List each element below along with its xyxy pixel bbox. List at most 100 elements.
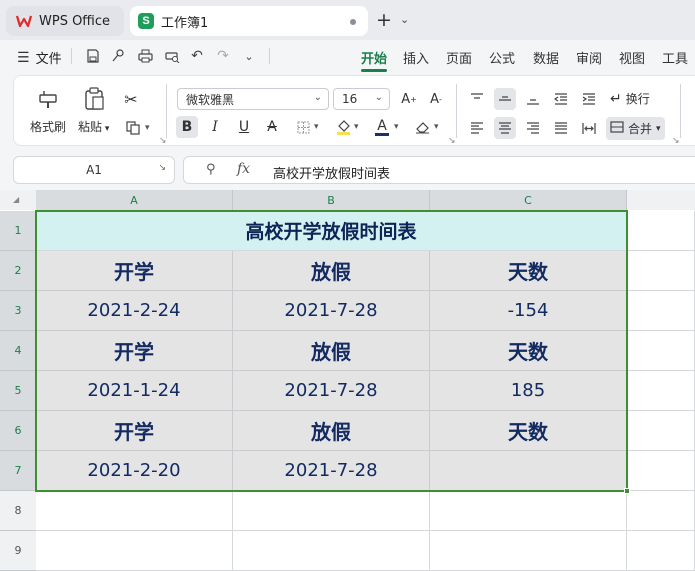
row-header-2[interactable]: 2 [0, 251, 36, 291]
tab-list-chevron-icon[interactable]: ⌄ [400, 13, 409, 26]
cell-d4[interactable] [627, 331, 695, 371]
cell-c4[interactable]: 天数 [430, 331, 627, 371]
cell-c6[interactable]: 天数 [430, 411, 627, 451]
cell-b3[interactable]: 2021-7-28 [233, 291, 430, 331]
cell-d9[interactable] [627, 531, 695, 571]
zoom-magnifier-icon[interactable]: ⚲ [206, 162, 216, 177]
cell-a2[interactable]: 开学 [36, 251, 233, 291]
cell-d3[interactable] [627, 291, 695, 331]
fill-color-icon[interactable] [332, 116, 354, 138]
cell-a9[interactable] [36, 531, 233, 571]
cell-b9[interactable] [233, 531, 430, 571]
merge-cells-button[interactable]: 合并 ▾ [606, 117, 665, 140]
cell-c3[interactable]: -154 [430, 291, 627, 331]
unsaved-dot-icon[interactable] [350, 19, 356, 25]
font-name-select[interactable]: 微软雅黑 ⌄ [177, 88, 329, 110]
increase-font-size-icon[interactable]: A + [398, 88, 420, 110]
cell-c9[interactable] [430, 531, 627, 571]
ribbon-tab-insert[interactable]: 插入 [403, 48, 429, 67]
cell-a8[interactable] [36, 491, 233, 531]
wrap-text-button[interactable]: ↵ 换行 [610, 90, 650, 107]
align-right-icon[interactable] [522, 117, 544, 139]
row-header-5[interactable]: 5 [0, 371, 36, 411]
fill-color-caret-icon[interactable]: ▾ [354, 122, 359, 132]
tab-workbook[interactable]: S 工作簿1 [130, 6, 368, 36]
font-color-icon[interactable]: A [371, 116, 393, 138]
cell-d2[interactable] [627, 251, 695, 291]
name-box[interactable]: A1 ↘ [13, 156, 175, 184]
cell-c8[interactable] [430, 491, 627, 531]
formula-content[interactable]: 高校开学放假时间表 [273, 163, 390, 182]
share-icon[interactable] [109, 47, 127, 65]
formula-input[interactable]: ⚲ fx 高校开学放假时间表 [183, 156, 695, 184]
cell-a6[interactable]: 开学 [36, 411, 233, 451]
justify-icon[interactable] [550, 117, 572, 139]
row-header-1[interactable]: 1 [0, 211, 36, 251]
font-color-caret-icon[interactable]: ▾ [394, 122, 399, 132]
column-header-c[interactable]: C [430, 190, 627, 210]
cell-c7[interactable] [430, 451, 627, 491]
save-icon[interactable] [84, 47, 102, 65]
ribbon-tab-review[interactable]: 审阅 [576, 48, 602, 67]
align-middle-icon[interactable] [494, 88, 516, 110]
select-all-corner[interactable]: ◢ [0, 190, 36, 210]
new-tab-plus-icon[interactable]: + [376, 10, 392, 30]
print-icon[interactable] [136, 47, 154, 65]
cell-a3[interactable]: 2021-2-24 [36, 291, 233, 331]
cell-b4[interactable]: 放假 [233, 331, 430, 371]
cell-a7[interactable]: 2021-2-20 [36, 451, 233, 491]
row-header-7[interactable]: 7 [0, 451, 36, 491]
underline-icon[interactable]: U [233, 116, 255, 138]
strikethrough-icon[interactable]: A [261, 116, 283, 138]
font-dialog-launcher-icon[interactable]: ↘ [448, 136, 456, 146]
cell-d6[interactable] [627, 411, 695, 451]
cell-b5[interactable]: 2021-7-28 [233, 371, 430, 411]
cut-scissors-icon[interactable]: ✂ [120, 88, 142, 110]
cell-c5[interactable]: 185 [430, 371, 627, 411]
row-header-6[interactable]: 6 [0, 411, 36, 451]
alignment-dialog-launcher-icon[interactable]: ↘ [672, 136, 680, 146]
tab-wps-office[interactable]: WPS Office [6, 6, 124, 36]
ribbon-tab-page[interactable]: 页面 [446, 48, 472, 67]
file-menu[interactable]: ☰ 文件 [17, 48, 62, 68]
cell-a4[interactable]: 开学 [36, 331, 233, 371]
copy-options-caret-icon[interactable]: ▾ [145, 123, 150, 133]
undo-icon[interactable]: ↶ [188, 47, 206, 65]
align-bottom-icon[interactable] [522, 88, 544, 110]
format-painter-button[interactable]: 格式刷 [30, 86, 66, 135]
clear-format-caret-icon[interactable]: ▾ [434, 122, 439, 132]
title-cell-a1[interactable]: 高校开学放假时间表 [36, 211, 627, 251]
ribbon-tab-tools[interactable]: 工具 [662, 48, 688, 67]
borders-caret-icon[interactable]: ▾ [314, 122, 319, 132]
cell-d8[interactable] [627, 491, 695, 531]
clear-format-eraser-icon[interactable] [411, 116, 433, 138]
cell-d1[interactable] [627, 211, 695, 251]
worksheet-grid[interactable]: ◢ A B C 1 2 3 4 5 6 7 8 9 高校开学放假时间表 开学 放… [0, 190, 695, 571]
cell-c2[interactable]: 天数 [430, 251, 627, 291]
row-header-9[interactable]: 9 [0, 531, 36, 571]
cell-a5[interactable]: 2021-1-24 [36, 371, 233, 411]
clipboard-dialog-launcher-icon[interactable]: ↘ [159, 136, 167, 146]
cell-b8[interactable] [233, 491, 430, 531]
distributed-align-icon[interactable] [578, 117, 600, 139]
increase-indent-icon[interactable] [578, 88, 600, 110]
font-size-select[interactable]: 16 ⌄ [333, 88, 390, 110]
redo-icon[interactable]: ↷ [214, 47, 232, 65]
align-center-icon[interactable] [494, 117, 516, 139]
column-header-b[interactable]: B [233, 190, 430, 210]
ribbon-tab-data[interactable]: 数据 [533, 48, 559, 67]
print-preview-icon[interactable] [163, 47, 181, 65]
cell-d5[interactable] [627, 371, 695, 411]
cell-b6[interactable]: 放假 [233, 411, 430, 451]
insert-function-fx-icon[interactable]: fx [237, 161, 250, 177]
cell-b7[interactable]: 2021-7-28 [233, 451, 430, 491]
column-header-a[interactable]: A [36, 190, 233, 210]
borders-icon[interactable] [292, 116, 314, 138]
row-header-3[interactable]: 3 [0, 291, 36, 331]
align-left-icon[interactable] [466, 117, 488, 139]
cell-b2[interactable]: 放假 [233, 251, 430, 291]
ribbon-tab-view[interactable]: 视图 [619, 48, 645, 67]
copy-icon[interactable] [122, 117, 144, 139]
row-header-8[interactable]: 8 [0, 491, 36, 531]
quick-access-chevron-icon[interactable]: ⌄ [240, 47, 258, 65]
